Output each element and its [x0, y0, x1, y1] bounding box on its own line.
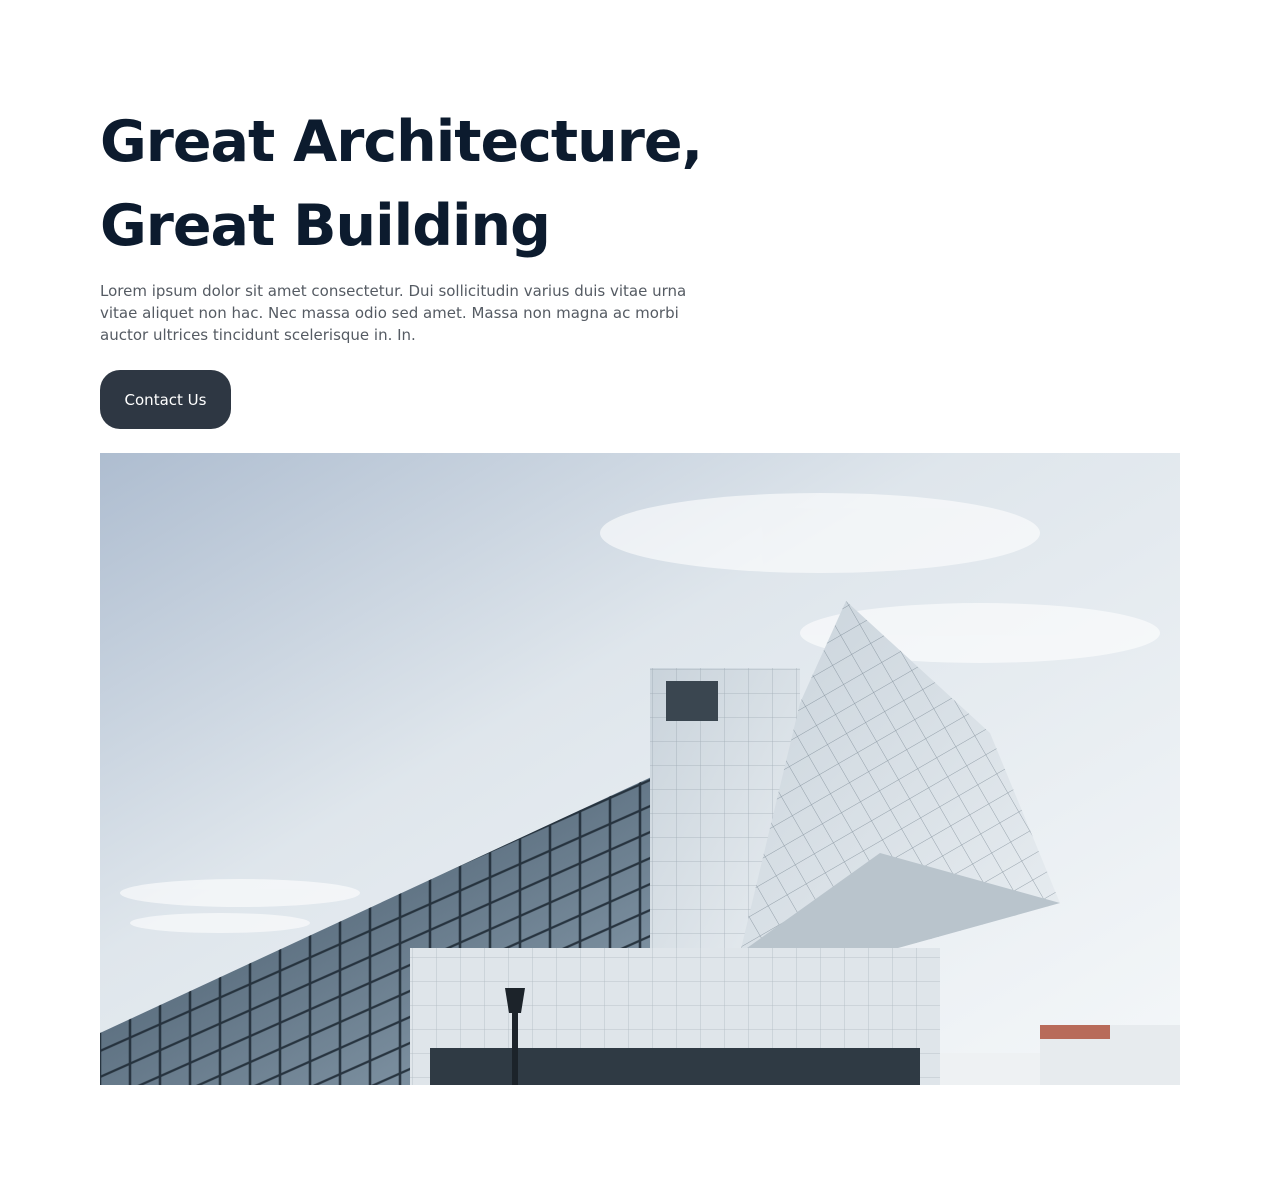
hero-title-line-2: Great Building [100, 193, 551, 259]
hero-title: Great Architecture, Great Building [100, 100, 800, 268]
hero-image [100, 453, 1180, 1085]
hero-description: Lorem ipsum dolor sit amet consectetur. … [100, 282, 687, 344]
hero-title-line-1: Great Architecture, [100, 109, 703, 175]
contact-us-button[interactable]: Contact Us [100, 370, 231, 429]
